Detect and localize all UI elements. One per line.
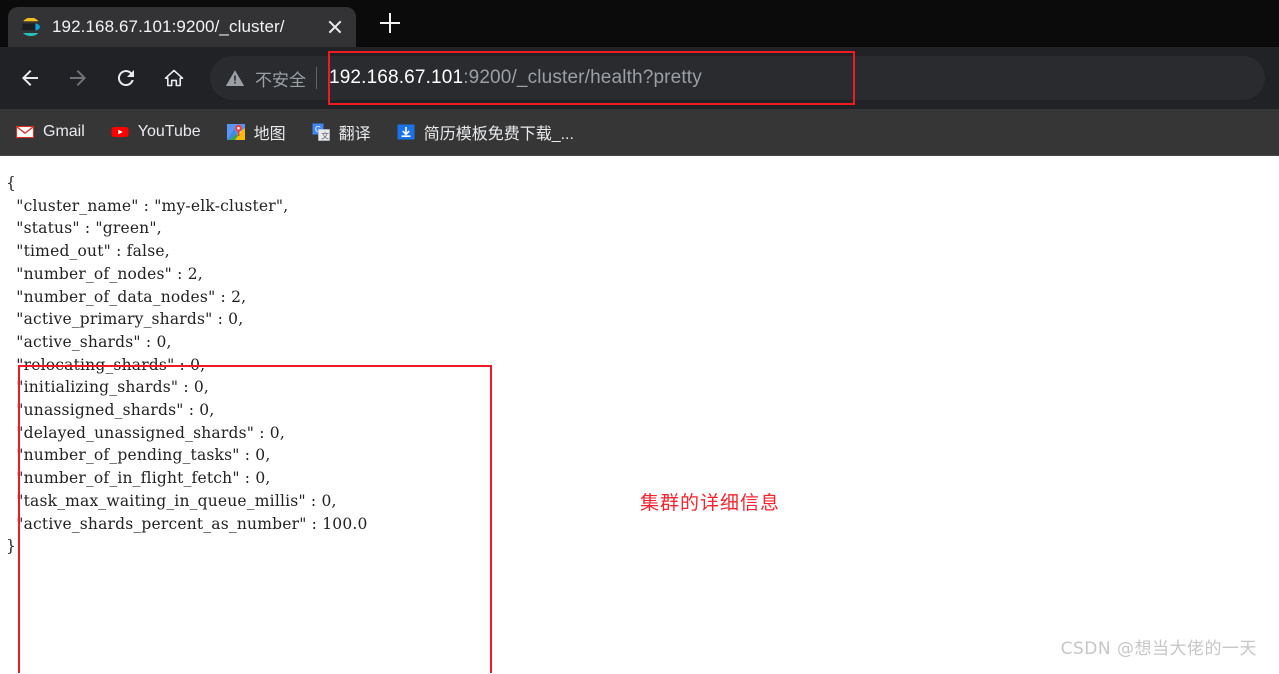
security-status-label: 不安全 [255, 70, 306, 90]
annotation-label: 集群的详细信息 [640, 492, 781, 514]
browser-toolbar: 不安全 192.168.67.101:9200/_cluster/health?… [0, 47, 1279, 109]
bookmark-maps[interactable]: 地图 [225, 116, 288, 148]
back-arrow-icon[interactable] [10, 58, 50, 98]
omnibox[interactable]: 不安全 192.168.67.101:9200/_cluster/health?… [210, 56, 1265, 100]
page-content: { "cluster_name" : "my-elk-cluster", "st… [0, 156, 1279, 673]
omnibox-divider [316, 67, 317, 89]
address-bar[interactable]: 不安全 192.168.67.101:9200/_cluster/health?… [210, 56, 1265, 100]
forward-arrow-icon[interactable] [58, 58, 98, 98]
close-icon[interactable] [322, 14, 348, 40]
url-path: :9200/_cluster/health?pretty [463, 67, 702, 88]
bookmark-gmail[interactable]: Gmail [14, 116, 87, 148]
bookmark-translate[interactable]: G 文 翻译 [310, 116, 373, 148]
bookmark-youtube[interactable]: YouTube [109, 116, 203, 148]
tab-title: 192.168.67.101:9200/_cluster/ [52, 17, 285, 36]
url-text: 192.168.67.101:9200/_cluster/health?pret… [329, 67, 702, 89]
bookmark-label: 简历模板免费下载_... [423, 126, 574, 143]
youtube-icon [111, 123, 129, 141]
svg-text:文: 文 [321, 131, 329, 141]
bookmark-label: 地图 [253, 126, 286, 143]
url-host: 192.168.67.101 [329, 67, 464, 88]
home-icon[interactable] [154, 58, 194, 98]
tab-strip: 192.168.67.101:9200/_cluster/ [0, 0, 1279, 47]
bookmark-resume-template[interactable]: 简历模板免费下载_... [395, 116, 576, 148]
reload-icon[interactable] [106, 58, 146, 98]
csdn-watermark: CSDN @想当大佬的一天 [1060, 639, 1257, 659]
new-tab-button[interactable] [370, 3, 410, 43]
bookmark-label: Gmail [43, 123, 85, 140]
gmail-icon [15, 123, 35, 141]
google-maps-icon [226, 123, 245, 141]
bookmarks-bar: Gmail YouTube 地图 G 文 翻译 简历模板免费下载_... [0, 109, 1279, 156]
download-icon [397, 123, 415, 141]
warning-triangle-icon[interactable] [224, 67, 246, 89]
browser-tab[interactable]: 192.168.67.101:9200/_cluster/ [8, 7, 356, 47]
browser-window: 192.168.67.101:9200/_cluster/ 不安全 192.16… [0, 0, 1279, 674]
bookmark-label: 翻译 [338, 126, 371, 143]
bookmark-label: YouTube [137, 123, 201, 140]
google-translate-icon: G 文 [312, 123, 330, 141]
elasticsearch-icon [22, 18, 40, 36]
